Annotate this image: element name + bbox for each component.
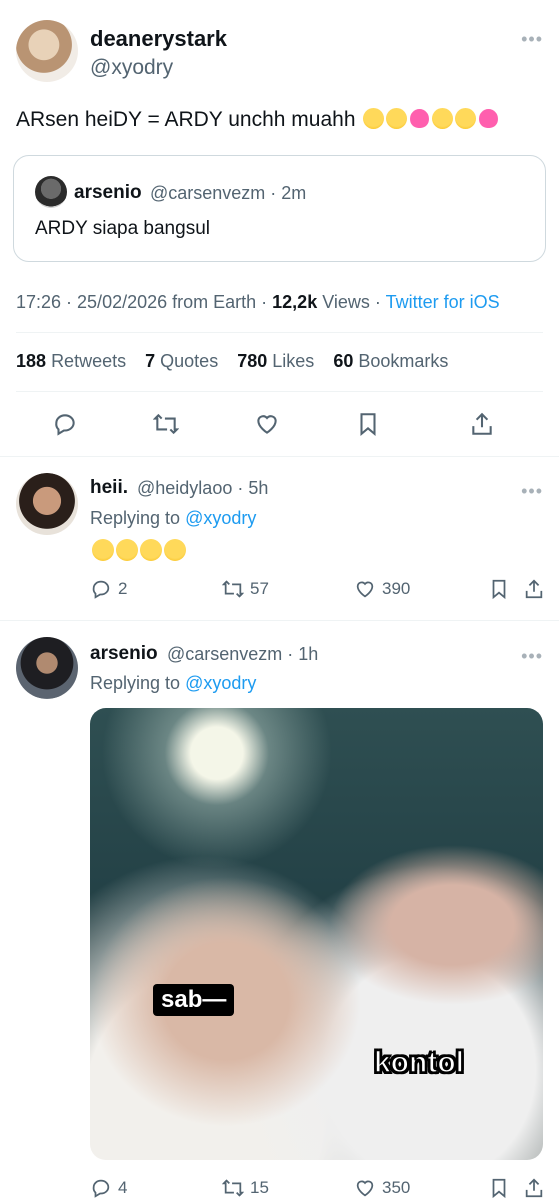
divider <box>16 391 543 392</box>
face-blowing-kiss-emoji <box>432 108 454 129</box>
smiling-face-emoji <box>386 108 408 129</box>
engagement-stats: 188 Retweets 7 Quotes 780 Likes 60 Bookm… <box>16 351 462 372</box>
client-link[interactable]: Twitter for iOS <box>386 292 500 312</box>
growing-heart-emoji <box>479 109 499 128</box>
bookmark-icon[interactable] <box>355 411 381 437</box>
quoted-tweet-card[interactable]: arsenio @carsenvezm · 2m ARDY siapa bang… <box>13 155 546 262</box>
timestamp-location: 17:26 · 25/02/2026 from Earth · <box>16 292 273 312</box>
reply-author-handle-time: @heidylaoo · 5h <box>137 478 269 498</box>
views-count: 12,2k <box>272 292 318 312</box>
quoted-tweet-text: ARDY siapa bangsul <box>35 218 210 239</box>
replying-to-handle[interactable]: @xyodry <box>185 508 256 528</box>
replying-prefix: Replying to <box>90 673 186 693</box>
bookmarks-count: 60 <box>333 351 354 371</box>
loudly-crying-face-emoji <box>140 539 162 561</box>
share-icon[interactable] <box>523 1177 545 1199</box>
reply-icon <box>92 580 110 599</box>
main-tweet-text: ARsen heiDY = ARDY unchh muahh <box>16 108 499 132</box>
like-count: 350 <box>382 1178 411 1197</box>
replying-to-line: Replying to @xyodry <box>90 508 256 529</box>
bookmark-icon[interactable] <box>488 578 510 600</box>
replying-to-handle[interactable]: @xyodry <box>185 673 256 693</box>
reply-author-handle-time: @carsenvezm · 1h <box>167 644 319 664</box>
share-icon[interactable] <box>469 411 495 437</box>
quoted-author-avatar <box>35 176 67 208</box>
retweets-label: Retweets <box>51 351 127 371</box>
bookmark-icon[interactable] <box>488 1177 510 1199</box>
main-author-avatar[interactable] <box>16 20 78 82</box>
retweet-icon <box>222 1179 244 1197</box>
quoted-author-name: arsenio <box>74 182 142 203</box>
bookmarks-label: Bookmarks <box>358 351 449 371</box>
quoted-author-handle-time: @carsenvezm · 2m <box>150 183 307 203</box>
likes-stat[interactable]: 780 Likes <box>237 351 314 371</box>
bookmarks-stat[interactable]: 60 Bookmarks <box>333 351 448 371</box>
reply-author-avatar[interactable] <box>16 473 78 535</box>
more-icon[interactable]: ••• <box>521 482 543 500</box>
retweet-count: 15 <box>250 1178 269 1197</box>
reply-count: 4 <box>118 1178 128 1197</box>
reply-button[interactable]: 2 <box>90 578 127 600</box>
face-hand-over-mouth-emoji <box>363 108 385 129</box>
tweet-meta: 17:26 · 25/02/2026 from Earth · 12,2k Vi… <box>16 292 500 313</box>
divider <box>0 620 559 621</box>
replying-prefix: Replying to <box>90 508 186 528</box>
like-icon <box>356 581 374 598</box>
reply-author-avatar[interactable] <box>16 637 78 699</box>
loudly-crying-face-emoji <box>164 539 186 561</box>
like-button[interactable]: 350 <box>354 1177 410 1199</box>
share-icon[interactable] <box>523 578 545 600</box>
likes-label: Likes <box>272 351 315 371</box>
quotes-stat[interactable]: 7 Quotes <box>145 351 218 371</box>
retweets-stat[interactable]: 188 Retweets <box>16 351 126 371</box>
like-count: 390 <box>382 579 411 598</box>
replying-to-line: Replying to @xyodry <box>90 673 256 694</box>
divider <box>16 332 543 333</box>
star-struck-emoji <box>455 108 477 129</box>
views-label: Views · <box>317 292 386 312</box>
reply-button[interactable]: 4 <box>90 1177 127 1199</box>
retweet-button[interactable]: 15 <box>222 1177 269 1199</box>
media-caption: sab— <box>153 984 235 1016</box>
reply-author-name[interactable]: arsenio <box>90 643 158 665</box>
more-icon[interactable]: ••• <box>521 647 543 665</box>
retweet-count: 57 <box>250 579 269 598</box>
reply-icon <box>92 1179 110 1198</box>
retweets-count: 188 <box>16 351 47 371</box>
quotes-count: 7 <box>145 351 156 371</box>
main-tweet-body: ARsen heiDY = ARDY unchh muahh <box>16 108 356 131</box>
media-caption: kontol <box>373 1045 465 1080</box>
reply-emoji-text <box>90 539 186 563</box>
like-button[interactable]: 390 <box>354 578 410 600</box>
loudly-crying-face-emoji <box>116 539 138 561</box>
reply-icon[interactable] <box>52 411 78 437</box>
reply-count: 2 <box>118 579 128 598</box>
divider <box>0 456 559 457</box>
main-author-name[interactable]: deanerystark <box>90 26 227 52</box>
retweet-icon[interactable] <box>152 411 180 437</box>
main-author-handle[interactable]: @xyodry <box>90 56 173 80</box>
growing-heart-emoji <box>410 109 430 128</box>
likes-count: 780 <box>237 351 268 371</box>
reply-author-name[interactable]: heii. <box>90 477 128 499</box>
reply-media-image[interactable]: sab— kontol <box>90 708 543 1160</box>
retweet-icon <box>222 580 244 598</box>
retweet-button[interactable]: 57 <box>222 578 269 600</box>
loudly-crying-face-emoji <box>92 539 114 561</box>
like-icon <box>356 1180 374 1197</box>
like-icon[interactable] <box>254 411 280 437</box>
quotes-label: Quotes <box>160 351 219 371</box>
more-icon[interactable]: ••• <box>521 30 543 48</box>
